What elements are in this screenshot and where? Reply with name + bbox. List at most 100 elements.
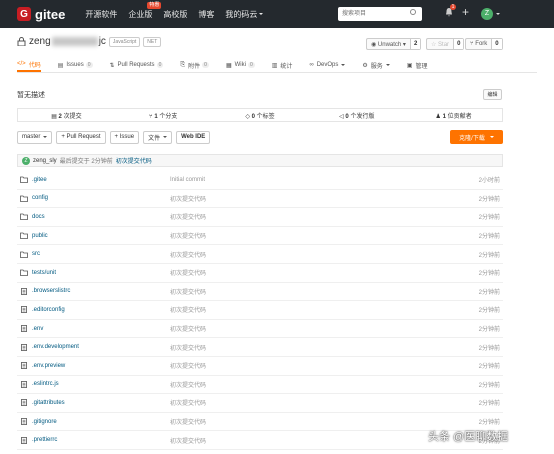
tab-stats[interactable]: ▥ 统计: [272, 58, 293, 72]
stat-contributors[interactable]: ♟ 1 位贡献者: [405, 111, 502, 120]
file-commit-message[interactable]: 初次提交代码: [170, 380, 463, 389]
tab-manage[interactable]: ▣ 管理: [407, 58, 428, 72]
file-commit-message[interactable]: 初次提交代码: [170, 287, 463, 296]
tab-pull-requests[interactable]: ⇅ Pull Requests 0: [110, 58, 164, 72]
tab-label: Issues: [66, 62, 84, 68]
file-icon: [21, 418, 27, 426]
file-time: 2分钟前: [478, 289, 500, 296]
file-name-link[interactable]: config: [17, 195, 170, 202]
file-commit-message[interactable]: 初次提交代码: [170, 250, 463, 259]
tab-issues[interactable]: ▤ Issues 0: [58, 58, 93, 72]
repo-tag[interactable]: JavaScript: [108, 36, 141, 47]
file-commit-message[interactable]: 初次提交代码: [170, 268, 463, 277]
file-name-link[interactable]: src: [17, 251, 170, 258]
stat-value: 1: [442, 113, 446, 120]
file-commit-message[interactable]: 初次提交代码: [170, 436, 463, 445]
stat-label: 个发行版: [350, 113, 375, 120]
file-name-link[interactable]: .editorconfig: [17, 306, 170, 314]
file-name-link[interactable]: .browserslistrc: [17, 287, 170, 295]
file-name: .gitee: [32, 176, 47, 183]
file-commit-message[interactable]: Initial commit: [170, 177, 463, 183]
nav-my-gitee[interactable]: 我的码云: [225, 9, 264, 20]
manage-icon: ▣: [406, 62, 413, 69]
clone-download-button[interactable]: 克隆/下载: [450, 130, 503, 144]
file-name-link[interactable]: .gitee: [17, 176, 170, 184]
watch-button[interactable]: ◉ Unwatch ▾ 2: [366, 38, 422, 50]
tab-label: 管理: [415, 63, 428, 70]
promo-badge: 特惠: [147, 1, 162, 9]
branch-icon: ⑂: [149, 113, 153, 120]
stats-icon: ▥: [271, 62, 278, 69]
repo-tag[interactable]: NET: [143, 36, 162, 47]
file-name-link[interactable]: .env.development: [17, 343, 170, 351]
commit-message[interactable]: 初次提交代码: [116, 156, 152, 165]
folder-icon: [20, 232, 28, 239]
file-name-link[interactable]: .prettierrc: [17, 436, 170, 444]
file-commit-message[interactable]: 初次提交代码: [170, 361, 463, 370]
tab-code[interactable]: </> 代码: [17, 58, 41, 72]
commit-author[interactable]: zeng_sly: [33, 158, 57, 164]
file-commit-message[interactable]: 初次提交代码: [170, 398, 463, 407]
file-name: .env: [32, 325, 44, 332]
file-name-link[interactable]: tests/unit: [17, 269, 170, 277]
new-issue-button[interactable]: + Issue: [109, 130, 140, 144]
plus-icon[interactable]: +: [462, 5, 469, 19]
file-commit-message[interactable]: 初次提交代码: [170, 194, 463, 203]
file-name: tests/unit: [32, 269, 57, 276]
star-button[interactable]: ☆ Star 0: [426, 38, 465, 50]
stat-branches[interactable]: ⑂ 1 个分支: [115, 111, 212, 120]
redacted-text: [51, 37, 98, 46]
file-name: .eslintrc.js: [32, 381, 59, 388]
gear-icon: ⚙: [362, 62, 368, 69]
stat-commits[interactable]: ▤ 2 次提交: [18, 111, 115, 120]
nav-enterprise[interactable]: 企业版 特惠: [128, 1, 162, 20]
file-commit-message[interactable]: 初次提交代码: [170, 417, 463, 426]
tab-attachments[interactable]: ⎘ 附件 0: [180, 58, 209, 72]
branch-select[interactable]: master: [17, 130, 53, 144]
gitee-logo[interactable]: G gitee: [17, 7, 65, 22]
tab-devops[interactable]: ∞ DevOps: [309, 58, 346, 72]
chevron-down-icon[interactable]: [496, 13, 500, 15]
file-commit-message[interactable]: 初次提交代码: [170, 231, 463, 240]
file-name-link[interactable]: docs: [17, 213, 170, 221]
nav-my-gitee-label: 我的码云: [225, 9, 258, 19]
repo-name-prefix[interactable]: zeng: [29, 36, 51, 47]
file-menu-button[interactable]: 文件: [143, 130, 173, 144]
file-icon: [21, 399, 27, 407]
file-name-link[interactable]: public: [17, 232, 170, 239]
file-name-link[interactable]: .gitignore: [17, 418, 170, 426]
stat-value: 2: [58, 113, 62, 120]
file-name-link[interactable]: .env: [17, 325, 170, 333]
tab-label: DevOps: [316, 62, 339, 68]
file-commit-message[interactable]: 初次提交代码: [170, 324, 463, 333]
file-time: 2分钟前: [478, 234, 500, 241]
tab-label: 附件: [188, 63, 201, 70]
file-name-link[interactable]: .gitattributes: [17, 399, 170, 407]
watermark: 头条 @医聊数据: [428, 431, 509, 443]
stat-tags[interactable]: ◇ 0 个标签: [212, 111, 309, 120]
file-commit-message[interactable]: 初次提交代码: [170, 212, 463, 221]
search-icon[interactable]: [410, 9, 416, 15]
file-commit-message[interactable]: 初次提交代码: [170, 305, 463, 314]
nav-blog[interactable]: 博客: [198, 9, 214, 20]
table-row: .gitattributes 初次提交代码 2分钟前: [17, 394, 503, 413]
tab-wiki[interactable]: ▦ Wiki 0: [226, 58, 255, 72]
file-name: .env.development: [32, 344, 79, 351]
new-pull-request-button[interactable]: + Pull Request: [56, 130, 106, 144]
nav-education[interactable]: 高校版: [163, 9, 187, 20]
nav-open-source[interactable]: 开源软件: [85, 9, 117, 20]
edit-button[interactable]: 编辑: [483, 89, 502, 100]
user-avatar[interactable]: Z: [481, 8, 493, 20]
search-input[interactable]: [338, 7, 422, 21]
chevron-down-icon: [341, 64, 346, 66]
stat-releases[interactable]: ◁ 0 个发行版: [308, 111, 405, 120]
file-commit-message[interactable]: 初次提交代码: [170, 343, 463, 352]
file-icon: [21, 343, 27, 351]
fork-button[interactable]: ⑂ Fork 0: [465, 38, 503, 50]
web-ide-button[interactable]: Web IDE: [176, 130, 211, 144]
file-name-link[interactable]: .eslintrc.js: [17, 380, 170, 388]
repo-name-suffix[interactable]: jc: [99, 36, 106, 47]
tab-services[interactable]: ⚙ 服务: [362, 58, 390, 72]
file-name-link[interactable]: .env.preview: [17, 362, 170, 370]
avatar[interactable]: Z: [22, 156, 30, 165]
